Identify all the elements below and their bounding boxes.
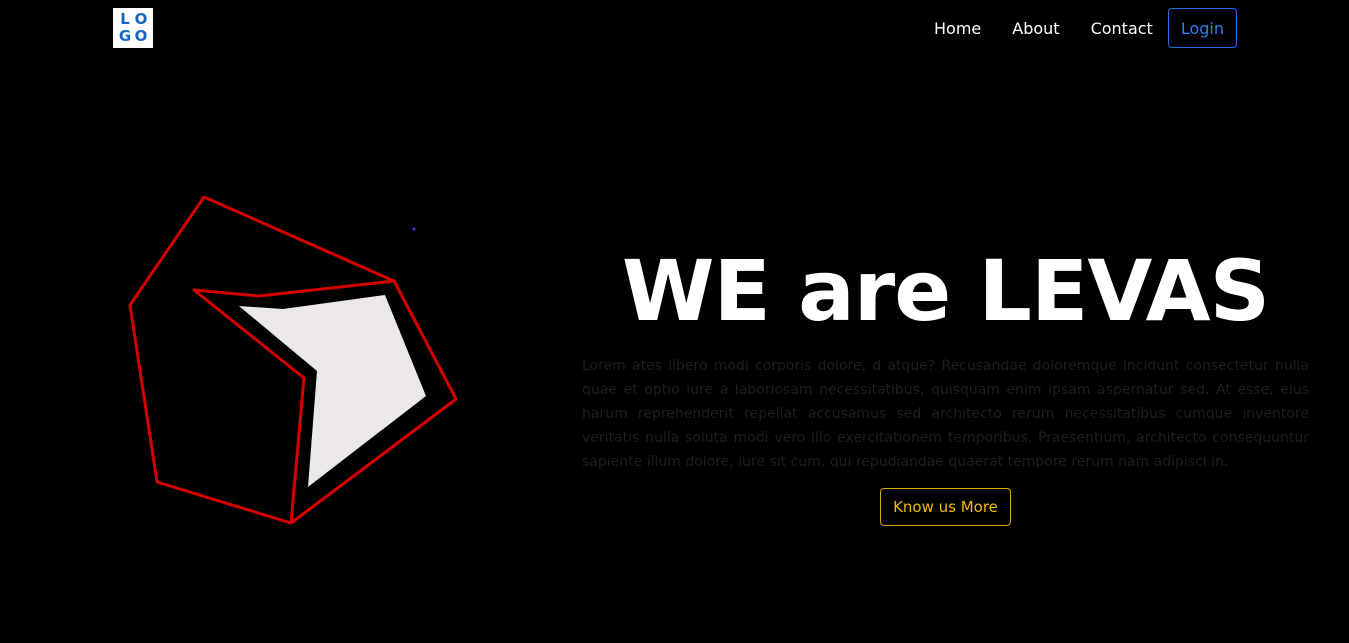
hero-description: Lorem ates libero modi corporis dolore, … [582,358,1309,470]
cta-container: Know us More [582,488,1309,526]
nav-link-about[interactable]: About [1012,19,1059,38]
abstract-polygon-graphic [128,195,458,525]
nav-link-contact[interactable]: Contact [1091,19,1153,38]
landing-page: L O G O Home About Contact Login WE are … [0,0,1349,643]
login-button[interactable]: Login [1167,8,1237,48]
main-nav: Home About Contact Login [934,8,1237,48]
hero-title: WE are LEVAS [621,242,1270,340]
nav-link-home[interactable]: Home [934,19,981,38]
dot-marker [412,227,416,231]
hero-section: WE are LEVAS Lorem ates libero modi corp… [582,240,1309,526]
know-us-more-button[interactable]: Know us More [880,488,1011,526]
